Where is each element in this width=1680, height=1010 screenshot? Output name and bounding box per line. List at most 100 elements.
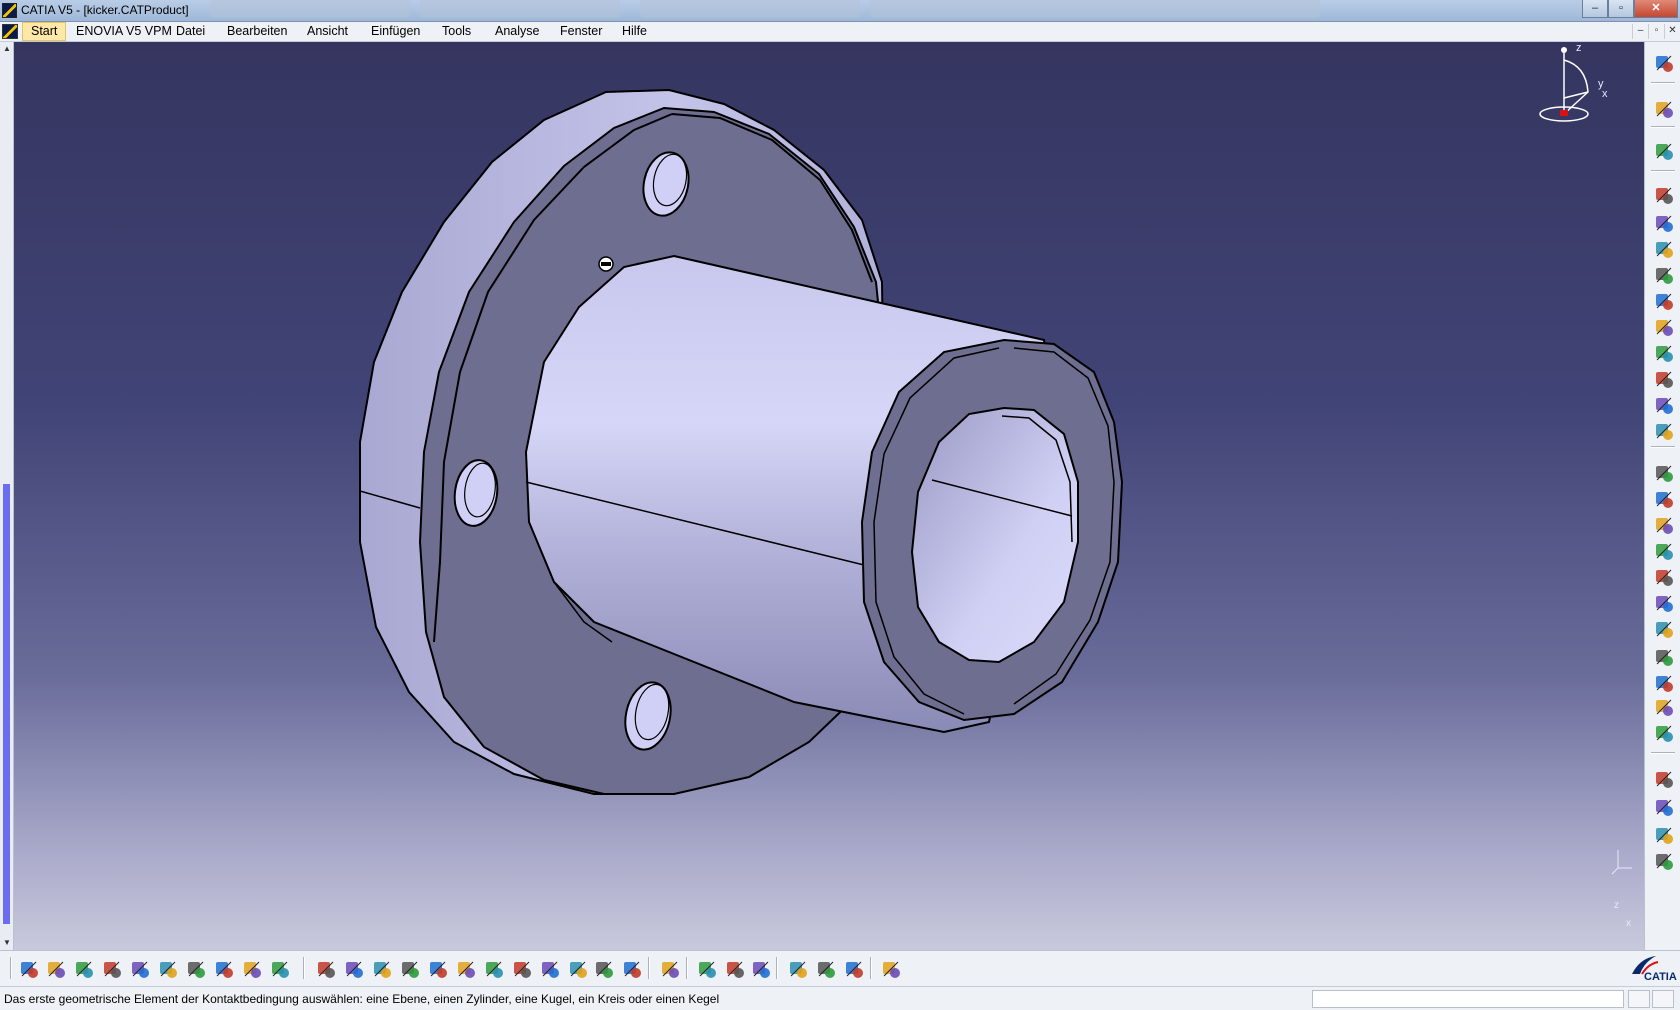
scroll-up-icon[interactable]: ▲ (3, 44, 11, 53)
redo-icon[interactable] (241, 958, 263, 980)
title-bar: CATIA V5 - [kicker.CATProduct] ‒ ▫ ✕ (0, 0, 1680, 22)
measure-item-icon[interactable] (724, 958, 746, 980)
apply-material-icon[interactable] (843, 958, 865, 980)
paperclip-icon[interactable] (1653, 316, 1675, 338)
print-icon[interactable] (101, 958, 123, 980)
document-window-controls: ‒ ▫ ✕ (1632, 24, 1680, 39)
paste-icon[interactable] (185, 958, 207, 980)
menu-datei[interactable]: Datei (176, 24, 205, 38)
menu-bearbeiten[interactable]: Bearbeiten (227, 24, 287, 38)
anchor-icon[interactable] (1653, 290, 1675, 312)
menu-einfuegen[interactable]: Einfügen (371, 24, 420, 38)
flange-bushing-part[interactable] (14, 42, 1644, 950)
swap-space-icon[interactable] (621, 958, 643, 980)
rotate-icon[interactable] (399, 958, 421, 980)
maximize-button[interactable]: ▫ (1608, 0, 1634, 18)
part-icon[interactable] (1653, 488, 1675, 510)
iso-view-icon[interactable] (539, 958, 561, 980)
fix-icon[interactable] (1653, 264, 1675, 286)
close-button[interactable]: ✕ (1634, 0, 1678, 18)
gear-small-icon[interactable] (1653, 462, 1675, 484)
update-icon[interactable] (1653, 394, 1675, 416)
cut-icon[interactable] (129, 958, 151, 980)
menu-analyse[interactable]: Analyse (495, 24, 539, 38)
status-button-2[interactable] (1652, 990, 1674, 1008)
hide-show-icon[interactable] (593, 958, 615, 980)
zoom-in-icon[interactable] (427, 958, 449, 980)
menu-fenster[interactable]: Fenster (560, 24, 602, 38)
menu-enovia[interactable]: ENOVIA V5 VPM (76, 24, 172, 38)
doc-minimize-button[interactable]: ‒ (1632, 24, 1648, 39)
inertia-icon[interactable] (750, 958, 772, 980)
bottom-toolbar: CATIA (0, 950, 1680, 986)
zoom-out-icon[interactable] (455, 958, 477, 980)
scroll-thumb[interactable] (3, 484, 10, 924)
menu-start[interactable]: Start (22, 22, 67, 41)
compass-icon[interactable] (1539, 47, 1589, 122)
menu-hilfe[interactable]: Hilfe (622, 24, 647, 38)
toolbar-separator (686, 957, 688, 979)
explode-icon[interactable] (1653, 368, 1675, 390)
render-style-icon[interactable] (567, 958, 589, 980)
graph-icon[interactable] (1653, 618, 1675, 640)
contact-icon[interactable] (1653, 420, 1675, 442)
scroll-down-icon[interactable]: ▼ (3, 938, 11, 947)
status-message: Das erste geometrische Element der Konta… (4, 992, 720, 1006)
save-icon[interactable] (73, 958, 95, 980)
component-icon[interactable] (1653, 514, 1675, 536)
compass-x-label: x (1602, 88, 1608, 100)
replace-icon[interactable] (1653, 566, 1675, 588)
refresh-icon[interactable] (880, 958, 902, 980)
measure-between-icon[interactable] (696, 958, 718, 980)
snap-icon[interactable] (1653, 342, 1675, 364)
3d-viewport[interactable]: z y x z x (14, 42, 1644, 950)
generate-icon[interactable] (1653, 646, 1675, 668)
doc-restore-button[interactable]: ▫ (1648, 24, 1664, 39)
insert-icon[interactable] (1653, 540, 1675, 562)
manipulate-icon[interactable] (1653, 140, 1675, 162)
toolbar-separator (1651, 82, 1675, 84)
chain-icon[interactable] (1653, 184, 1675, 206)
minimize-button[interactable]: ‒ (1582, 0, 1608, 18)
window-controls: ‒ ▫ ✕ (1582, 0, 1678, 18)
menu-ansicht[interactable]: Ansicht (307, 24, 348, 38)
measure-icon[interactable] (1653, 796, 1675, 818)
command-input[interactable] (1312, 990, 1624, 1008)
doc-close-button[interactable]: ✕ (1664, 24, 1680, 39)
normal-view-icon[interactable] (483, 958, 505, 980)
material-icon[interactable] (787, 958, 809, 980)
catia-logo: CATIA (1628, 954, 1678, 984)
catia-app-icon[interactable] (2, 3, 17, 18)
link-icon[interactable] (1653, 850, 1675, 872)
multi-instance-icon[interactable] (1653, 722, 1675, 744)
pan-icon[interactable] (371, 958, 393, 980)
catalog-icon[interactable] (659, 958, 681, 980)
toolbar-separator (1651, 752, 1675, 754)
multi-view-icon[interactable] (511, 958, 533, 980)
vertical-scrollbar[interactable]: ▲ ▼ (0, 42, 14, 950)
new-icon[interactable] (18, 958, 40, 980)
undo-icon[interactable] (213, 958, 235, 980)
assembly-cube-icon[interactable] (1653, 212, 1675, 234)
spec-icon[interactable] (1653, 824, 1675, 846)
right-toolbar (1644, 42, 1680, 950)
clash-icon[interactable] (1653, 768, 1675, 790)
copy-icon[interactable] (157, 958, 179, 980)
status-button-1[interactable] (1628, 990, 1650, 1008)
axis-icon[interactable] (1653, 592, 1675, 614)
gear-icon[interactable] (1653, 52, 1675, 74)
catia-logo-text: CATIA (1644, 971, 1677, 983)
whats-this-icon[interactable] (269, 958, 291, 980)
menu-tools[interactable]: Tools (442, 24, 471, 38)
triad-z-label: z (1614, 900, 1619, 911)
select-arrow-icon[interactable] (1653, 98, 1675, 120)
fly-icon[interactable] (315, 958, 337, 980)
open-icon[interactable] (45, 958, 67, 980)
constraint-icon[interactable] (1653, 238, 1675, 260)
document-icon[interactable] (2, 24, 18, 39)
fit-all-icon[interactable] (343, 958, 365, 980)
photo-icon[interactable] (815, 958, 837, 980)
toolbar-separator (870, 957, 872, 979)
folder-icon[interactable] (1653, 672, 1675, 694)
scene-icon[interactable] (1653, 696, 1675, 718)
